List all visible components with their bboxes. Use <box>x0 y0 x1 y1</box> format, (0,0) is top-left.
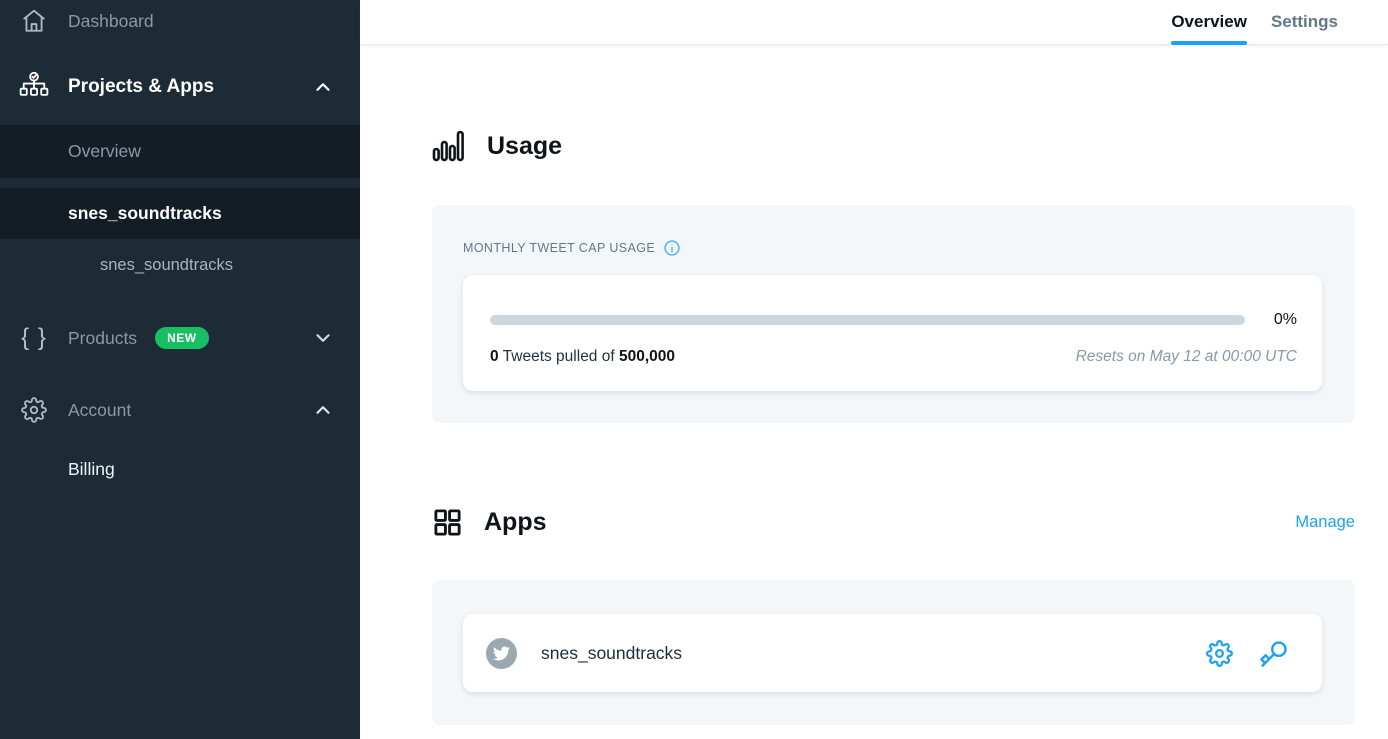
tweet-cap-label: MONTHLY TWEET CAP USAGE <box>463 241 655 255</box>
app-settings-gear-icon[interactable] <box>1206 640 1233 667</box>
usage-title: Usage <box>487 132 562 161</box>
sidebar-item-label: Products <box>68 328 137 349</box>
developer-portal: Dashboard Projects & Apps Overview snes_… <box>0 0 1388 739</box>
projects-apps-icon <box>16 71 52 103</box>
usage-meta-row: 0 Tweets pulled of 500,000 Resets on May… <box>490 348 1297 366</box>
tab-bar: Overview Settings <box>1171 2 1338 44</box>
twitter-avatar <box>486 638 517 669</box>
gear-icon <box>16 397 52 423</box>
manage-link[interactable]: Manage <box>1295 513 1355 532</box>
chevron-up-icon <box>312 76 334 98</box>
page-header: Overview Settings <box>360 0 1388 45</box>
sidebar-item-label: Dashboard <box>68 11 154 32</box>
tweet-cap-percent: 0% <box>1245 311 1297 329</box>
sidebar-item-projects-apps[interactable]: Projects & Apps <box>0 61 360 113</box>
sidebar-item-dashboard[interactable]: Dashboard <box>0 0 360 45</box>
sidebar-item-label: snes_soundtracks <box>100 256 233 275</box>
apps-card: snes_soundtracks <box>432 580 1355 725</box>
app-keys-icon[interactable] <box>1259 639 1288 668</box>
progress-row: 0% <box>490 311 1297 329</box>
tweet-cap-progress-card: 0% 0 Tweets pulled of 500,000 Resets on … <box>463 275 1322 391</box>
main-area: Overview Settings Usage MONTHLY TWEET CA… <box>360 0 1388 739</box>
tweet-cap-progress-track <box>490 315 1245 325</box>
sidebar-item-account[interactable]: Account <box>0 385 360 435</box>
tweet-cap-card: MONTHLY TWEET CAP USAGE 0% 0 Tweets pull… <box>432 205 1355 423</box>
apps-section-header: Apps Manage <box>432 507 1355 538</box>
app-name: snes_soundtracks <box>541 643 682 664</box>
sidebar-item-products[interactable]: { } Products NEW <box>0 313 360 363</box>
sidebar-item-label: Account <box>68 400 131 421</box>
grid-icon <box>432 507 463 538</box>
sidebar-item-billing[interactable]: Billing <box>0 449 360 489</box>
app-actions <box>1206 639 1288 668</box>
sidebar-item-label: Projects & Apps <box>68 76 214 98</box>
tab-overview[interactable]: Overview <box>1171 2 1247 44</box>
sidebar-item-label: Billing <box>68 459 115 480</box>
braces-icon: { } <box>16 326 52 350</box>
tweet-cap-label-row: MONTHLY TWEET CAP USAGE <box>463 239 1322 257</box>
sidebar-item-overview[interactable]: Overview <box>0 125 360 178</box>
info-icon[interactable] <box>663 239 681 257</box>
tab-settings[interactable]: Settings <box>1271 2 1338 44</box>
content: Usage MONTHLY TWEET CAP USAGE 0% <box>360 45 1388 739</box>
sidebar: Dashboard Projects & Apps Overview snes_… <box>0 0 360 739</box>
chevron-up-icon <box>312 399 334 421</box>
tweets-pulled-text: 0 Tweets pulled of 500,000 <box>490 348 675 366</box>
reset-date-text: Resets on May 12 at 00:00 UTC <box>1076 348 1297 366</box>
sidebar-item-app-snes-soundtracks[interactable]: snes_soundtracks <box>0 245 360 285</box>
app-row: snes_soundtracks <box>463 614 1322 692</box>
chevron-down-icon <box>312 327 334 349</box>
apps-title: Apps <box>484 508 547 537</box>
sidebar-divider <box>0 178 360 188</box>
usage-section-header: Usage <box>432 129 1355 163</box>
sidebar-item-label: Overview <box>68 141 141 162</box>
home-icon <box>16 8 52 34</box>
sidebar-item-label: snes_soundtracks <box>68 203 222 224</box>
bar-chart-icon <box>432 129 466 163</box>
sidebar-item-project-snes-soundtracks[interactable]: snes_soundtracks <box>0 188 360 239</box>
new-badge: NEW <box>155 327 209 349</box>
